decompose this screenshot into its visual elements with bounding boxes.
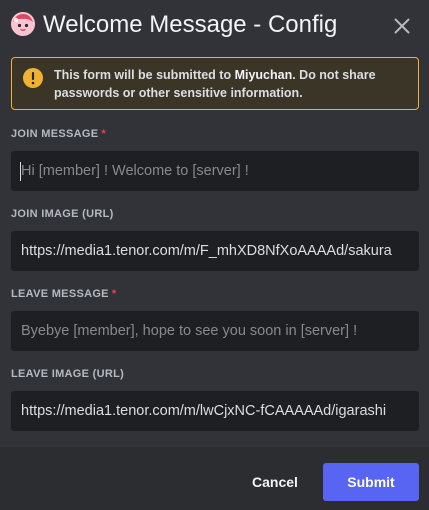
- leave-message-label-text: LEAVE MESSAGE: [11, 288, 109, 300]
- warning-app-name: Miyuchan: [234, 68, 293, 82]
- modal-header: Welcome Message - Config: [0, 0, 429, 52]
- modal-footer: Cancel Submit: [0, 447, 429, 510]
- leave-image-label: LEAVE IMAGE (URL): [11, 368, 125, 380]
- join-message-input[interactable]: [11, 151, 419, 191]
- submit-button[interactable]: Submit: [323, 463, 419, 501]
- bot-avatar-image: [11, 12, 35, 36]
- join-image-input[interactable]: [11, 231, 419, 271]
- required-marker: *: [111, 288, 117, 300]
- join-message-label-text: JOIN MESSAGE: [11, 128, 99, 140]
- join-message-label: JOIN MESSAGE *: [11, 128, 106, 140]
- join-image-label: JOIN IMAGE (URL): [11, 208, 114, 220]
- bot-avatar: [11, 12, 35, 36]
- config-modal: Welcome Message - Config This form will …: [0, 0, 429, 510]
- leave-image-input[interactable]: [11, 391, 419, 431]
- cancel-button[interactable]: Cancel: [239, 463, 311, 501]
- warning-message: This form will be submitted to Miyuchan.…: [54, 66, 412, 102]
- warning-icon: [23, 68, 43, 88]
- required-marker: *: [101, 128, 106, 140]
- leave-message-input[interactable]: [11, 311, 419, 351]
- warning-prefix: This form will be submitted to: [54, 68, 235, 82]
- close-icon: [394, 18, 410, 34]
- modal-title: Welcome Message - Config: [43, 11, 338, 38]
- leave-message-label: LEAVE MESSAGE *: [11, 288, 116, 300]
- close-button[interactable]: [390, 14, 414, 38]
- warning-notice: This form will be submitted to Miyuchan.…: [11, 57, 419, 110]
- text-caret: [20, 162, 21, 181]
